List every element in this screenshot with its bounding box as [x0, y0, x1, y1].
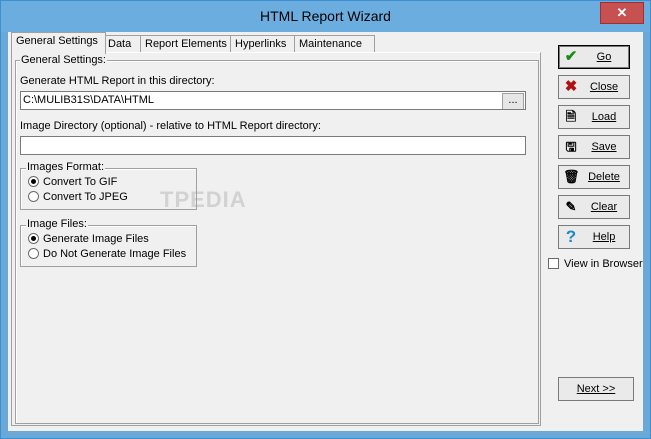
- window-title: HTML Report Wizard: [260, 8, 391, 24]
- report-directory-value: C:\MULIB31S\DATA\HTML: [23, 94, 155, 106]
- images-format-title: Images Format:: [26, 161, 106, 173]
- view-in-browser-label: View in Browser: [564, 258, 643, 270]
- wizard-window: HTML Report Wizard ✕ General Settings Da…: [0, 0, 651, 439]
- go-button[interactable]: ✔ Go: [558, 45, 630, 69]
- radio-convert-jpeg[interactable]: Convert To JPEG: [28, 191, 128, 203]
- trash-icon: 🗑: [563, 169, 580, 184]
- tab-report-elements[interactable]: Report Elements: [140, 35, 232, 53]
- checkbox-box[interactable]: [548, 258, 559, 269]
- tab-general-settings[interactable]: General Settings: [11, 32, 106, 54]
- clear-button[interactable]: ✎ Clear: [558, 195, 630, 219]
- load-button[interactable]: 🗎 Load: [558, 105, 630, 129]
- document-icon: 🗎: [565, 109, 577, 124]
- radio-dot: [28, 191, 39, 202]
- radio-convert-gif[interactable]: Convert To GIF: [28, 176, 117, 188]
- next-button[interactable]: Next >>: [558, 377, 634, 401]
- window-close-button[interactable]: ✕: [600, 2, 644, 24]
- radio-convert-jpeg-label: Convert To JPEG: [43, 191, 128, 203]
- save-button[interactable]: 🖫 Save: [558, 135, 630, 159]
- browse-directory-button[interactable]: ...: [502, 93, 524, 109]
- images-format-group: [20, 168, 197, 210]
- image-files-title: Image Files:: [26, 218, 88, 230]
- broom-icon: ✎: [565, 199, 577, 214]
- view-in-browser-checkbox[interactable]: View in Browser: [548, 258, 643, 270]
- radio-no-generate-images[interactable]: Do Not Generate Image Files: [28, 248, 186, 260]
- radio-dot-selected: [28, 176, 39, 187]
- radio-dot-selected: [28, 233, 39, 244]
- radio-no-generate-images-label: Do Not Generate Image Files: [43, 248, 187, 260]
- tab-hyperlinks[interactable]: Hyperlinks: [230, 35, 296, 53]
- general-settings-group-title: General Settings:: [20, 54, 107, 66]
- radio-generate-images-label: Generate Image Files: [43, 233, 149, 245]
- load-button-label: Load: [591, 111, 617, 123]
- report-directory-input[interactable]: C:\MULIB31S\DATA\HTML ...: [20, 91, 526, 110]
- delete-button[interactable]: 🗑 Delete: [558, 165, 630, 189]
- save-button-label: Save: [591, 141, 617, 153]
- image-directory-input[interactable]: [20, 136, 526, 155]
- next-button-label: Next >>: [576, 383, 616, 395]
- help-button[interactable]: ? Help: [558, 225, 630, 249]
- image-files-group: [20, 225, 197, 267]
- image-directory-label: Image Directory (optional) - relative to…: [20, 120, 321, 132]
- delete-button-label: Delete: [588, 171, 620, 183]
- general-settings-panel: General Settings: Generate HTML Report i…: [11, 52, 541, 426]
- radio-convert-gif-label: Convert To GIF: [43, 176, 118, 188]
- close-button-label: Close: [589, 81, 619, 93]
- clear-button-label: Clear: [590, 201, 618, 213]
- title-bar[interactable]: HTML Report Wizard ✕: [1, 1, 650, 32]
- x-icon: ✖: [564, 78, 578, 95]
- radio-generate-images[interactable]: Generate Image Files: [28, 233, 149, 245]
- help-button-label: Help: [592, 231, 616, 243]
- close-button[interactable]: ✖ Close: [558, 75, 630, 99]
- tab-maintenance[interactable]: Maintenance: [294, 35, 375, 53]
- check-icon: ✔: [564, 48, 578, 65]
- radio-dot: [28, 248, 39, 259]
- disk-icon: 🖫: [565, 139, 577, 154]
- tab-data[interactable]: Data: [103, 35, 141, 53]
- question-icon: ?: [565, 227, 577, 246]
- client-area: General Settings Data Report Elements Hy…: [8, 32, 643, 431]
- report-directory-label: Generate HTML Report in this directory:: [20, 75, 215, 87]
- go-button-label: Go: [596, 51, 612, 63]
